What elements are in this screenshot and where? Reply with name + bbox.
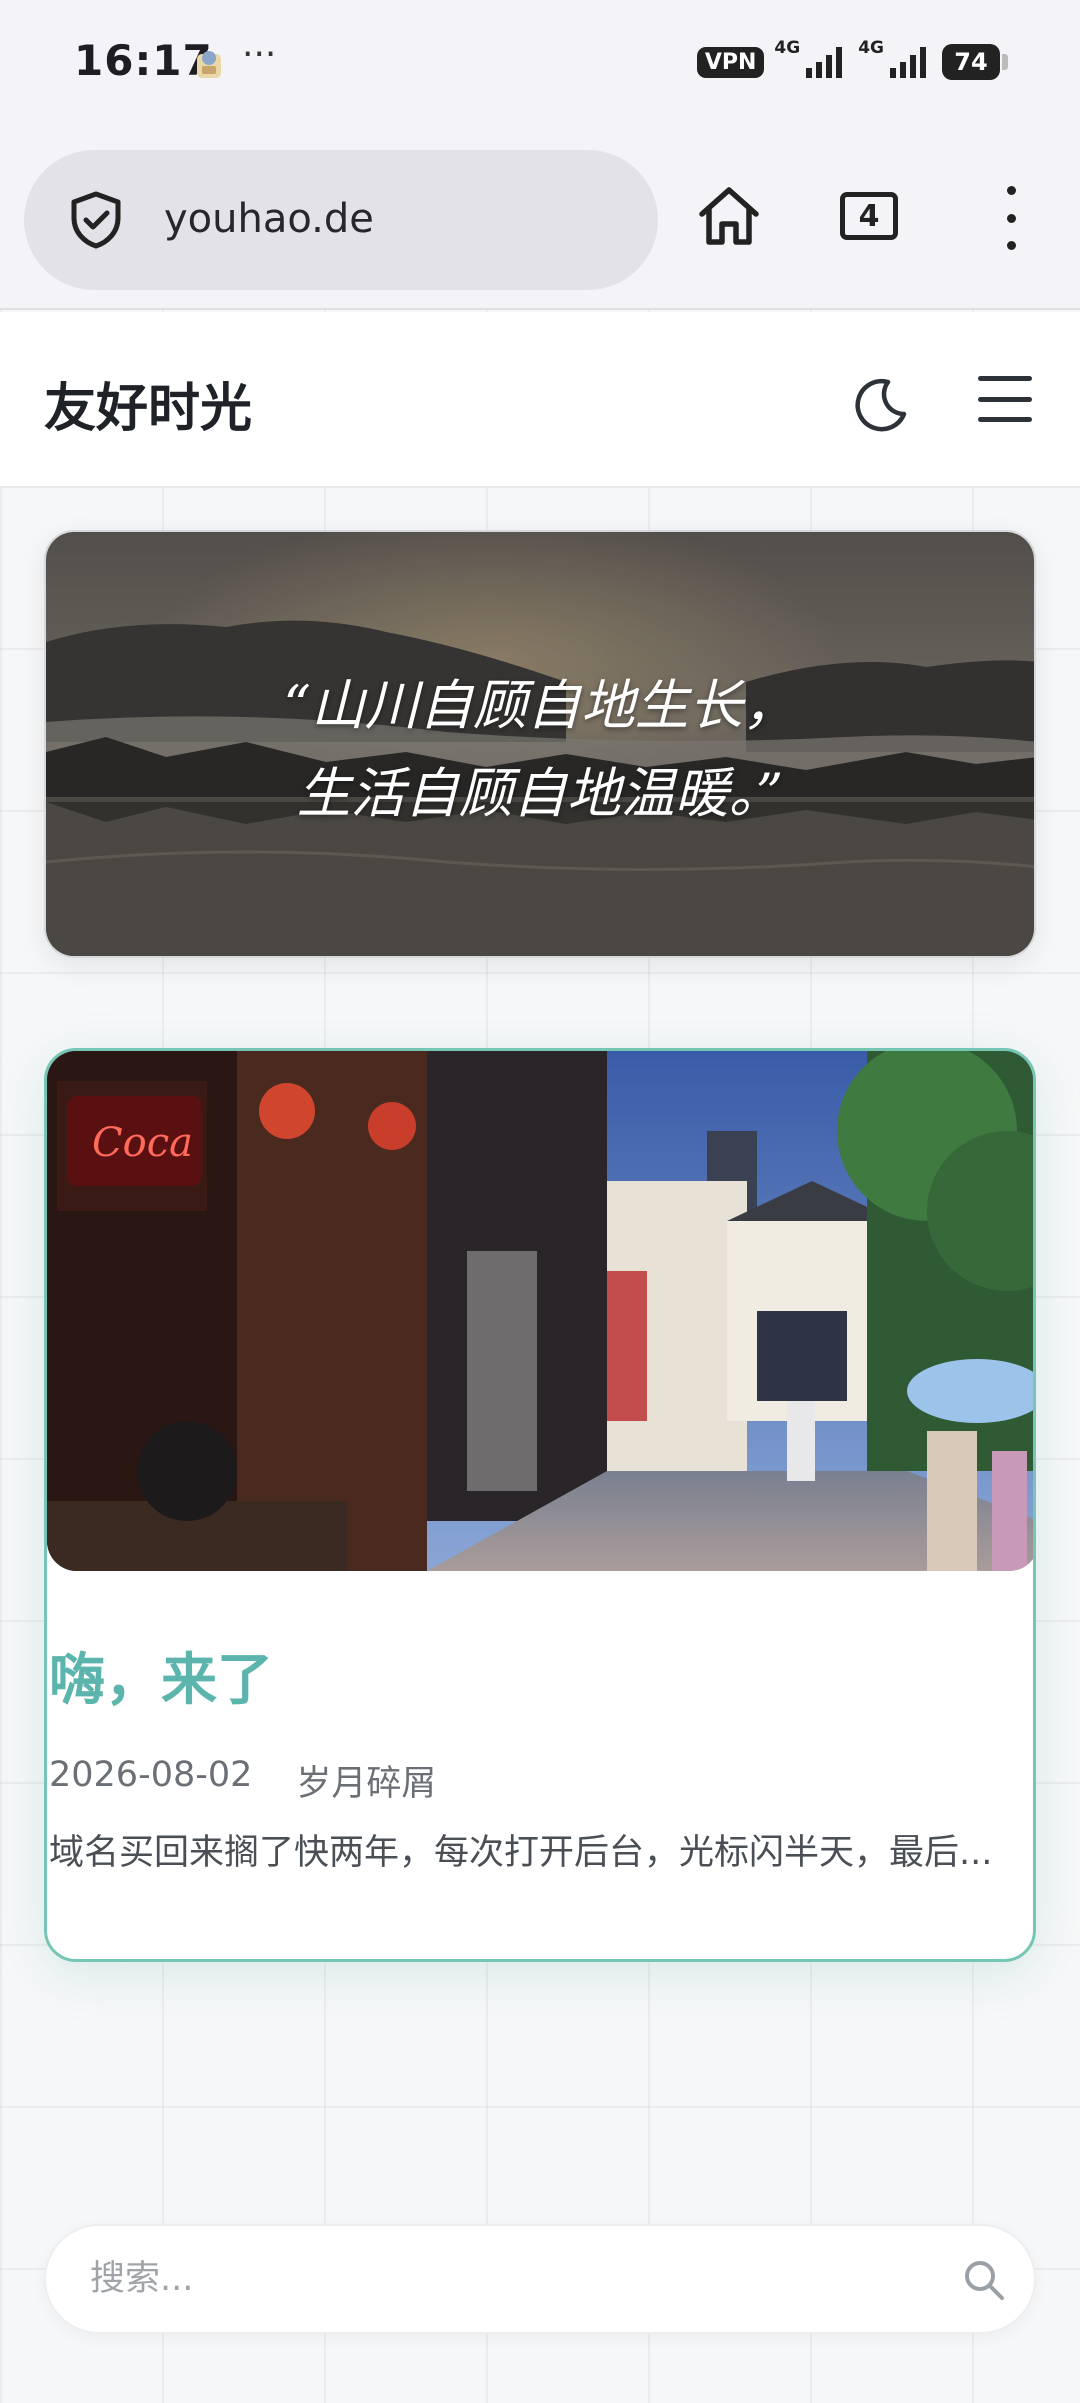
- quote-line-2: 生活自顾自地温暖。”: [296, 762, 784, 825]
- address-bar[interactable]: youhao.de: [24, 150, 658, 290]
- browser-toolbar: youhao.de 4: [0, 130, 1080, 310]
- search-input[interactable]: [90, 2226, 930, 2332]
- street-photo-image: Coca: [47, 1051, 1033, 1571]
- quote-line-1: “山川自顾自地生长，: [283, 674, 797, 737]
- battery-icon: 74: [942, 44, 1008, 80]
- post-category[interactable]: 岁月碎屑: [296, 1755, 436, 1806]
- banner-quote: “山川自顾自地生长， 生活自顾自地温暖。”: [46, 662, 1034, 838]
- battery-level: 74: [942, 44, 1000, 80]
- search-icon[interactable]: [962, 2258, 1006, 2302]
- post-date: 2026-08-02: [49, 1755, 253, 1795]
- vpn-badge: VPN: [696, 46, 765, 78]
- status-time: 16:17: [74, 36, 213, 85]
- url-text[interactable]: youhao.de: [164, 196, 374, 242]
- site-title[interactable]: 友好时光: [44, 366, 252, 441]
- home-icon[interactable]: [694, 182, 764, 252]
- network-type-2: 4G: [858, 38, 884, 58]
- post-cover-image[interactable]: Coca: [47, 1051, 1033, 1571]
- shield-icon[interactable]: [64, 188, 128, 252]
- post-title[interactable]: 嗨，来了: [49, 1635, 273, 1716]
- search-box: [44, 2224, 1036, 2334]
- site-header: 友好时光: [0, 312, 1080, 488]
- status-overflow-icon: ···: [242, 34, 277, 75]
- post-excerpt: 域名买回来搁了快两年，每次打开后台，光标闪半天，最后...: [49, 1833, 993, 1873]
- status-indicators: VPN 4G 4G 74: [696, 38, 1008, 80]
- signal-icon: [890, 47, 926, 78]
- signal-icon: [806, 47, 843, 78]
- post-meta: 2026-08-02 岁月碎屑: [49, 1755, 436, 1806]
- status-bar: 16:17 ··· VPN 4G 4G 74: [0, 0, 1080, 130]
- svg-text:Coca: Coca: [92, 1120, 193, 1166]
- more-vert-icon[interactable]: [996, 186, 1026, 250]
- post-card[interactable]: Coca 嗨，来了 2026-08-02 岁月碎屑 域名买回来搁了快两年，每次打…: [44, 1048, 1036, 1962]
- moon-icon[interactable]: [848, 372, 912, 436]
- tabs-button[interactable]: 4: [840, 192, 898, 240]
- battery-tip: [1002, 54, 1008, 70]
- hamburger-menu-icon[interactable]: [978, 376, 1032, 422]
- notification-app-icon: [197, 51, 221, 78]
- hero-banner: “山川自顾自地生长， 生活自顾自地温暖。”: [44, 530, 1036, 958]
- network-type-1: 4G: [774, 38, 801, 58]
